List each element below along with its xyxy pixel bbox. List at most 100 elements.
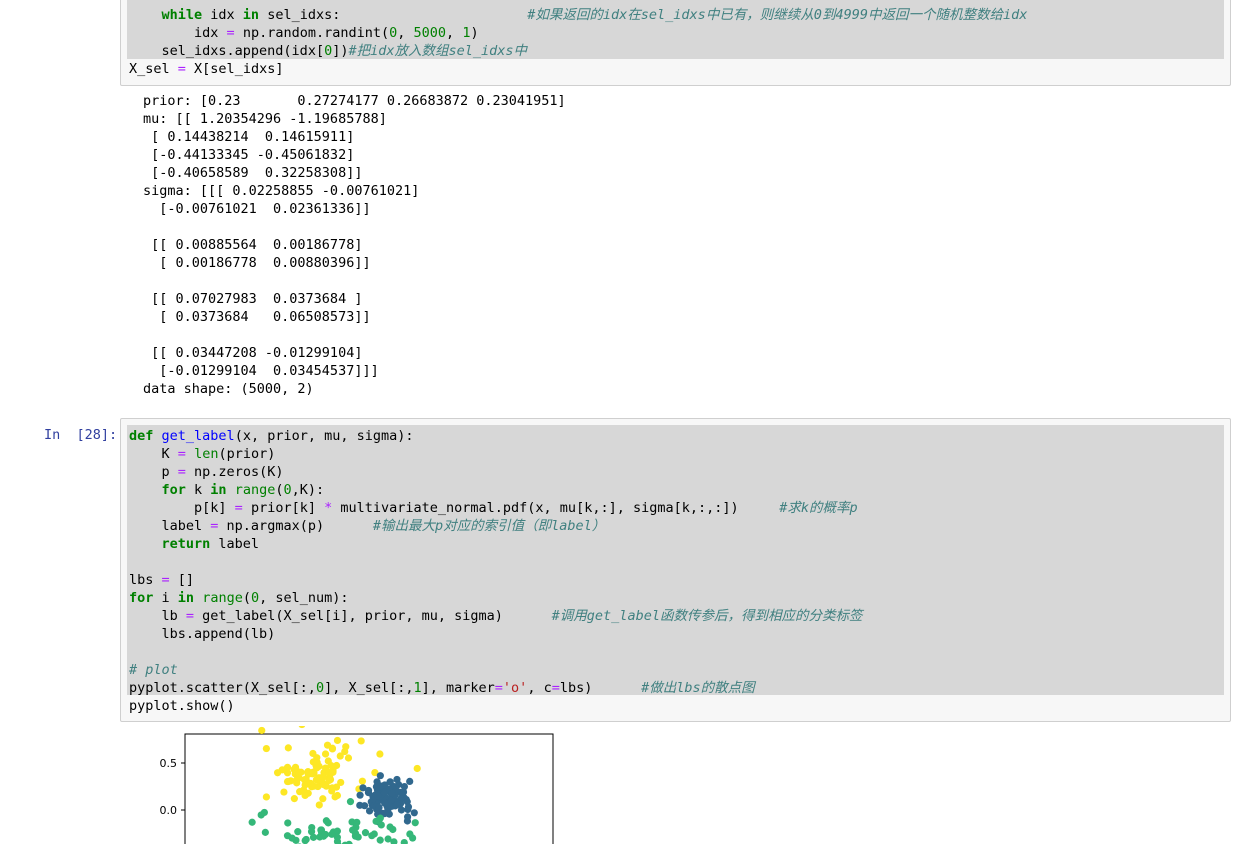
code-cell-top[interactable]: while idx in sel_idxs: #如果返回的idx在sel_idx…: [120, 0, 1231, 86]
code-token: def: [129, 428, 154, 444]
code-token: =: [185, 608, 195, 624]
scatter-point: [393, 801, 401, 809]
code-comment: #把idx放入数组sel_idxs中: [348, 43, 528, 59]
scatter-point: [319, 780, 327, 788]
scatter-point: [290, 765, 298, 773]
code-token: range: [202, 590, 243, 606]
code-token: in: [210, 482, 227, 498]
scatter-point: [406, 777, 414, 786]
code-token: lbs): [559, 680, 642, 696]
scatter-point: [284, 744, 292, 752]
code-token: =: [494, 680, 503, 696]
code-token: 5000: [413, 25, 447, 41]
scatter-point: [344, 754, 353, 762]
code-token: X_sel: [129, 61, 178, 77]
cell-28-line[interactable]: pyplot.show(): [129, 697, 235, 715]
scatter-point: [404, 813, 412, 821]
cell-28-line[interactable]: pyplot.scatter(X_sel[:,0], X_sel[:,1], m…: [129, 679, 755, 697]
scatter-point: [262, 793, 270, 801]
code-token: =: [161, 572, 170, 588]
code-token: idx: [194, 25, 227, 41]
scatter-point: [329, 767, 337, 775]
output-line: [ 0.00186778 0.00880396]]: [143, 255, 371, 271]
cell-28-line[interactable]: lb = get_label(X_sel[i], prior, mu, sigm…: [129, 607, 863, 625]
code-comment: #如果返回的idx在sel_idxs中已有，则继续从0到4999中返回一个随机整…: [340, 7, 1028, 23]
code-cell-28[interactable]: def get_label(x, prior, mu, sigma): K = …: [120, 418, 1231, 722]
scatter-point: [288, 834, 296, 842]
output-line: [[ 0.00885564 0.00186778]: [143, 237, 363, 253]
code-token: lbs.append(lb): [129, 626, 276, 642]
scatter-point: [248, 818, 256, 826]
code-token: sel_idxs.append(idx[: [161, 43, 325, 59]
top-cell-line[interactable]: while idx in sel_idxs: #如果返回的idx在sel_idx…: [129, 6, 1028, 24]
code-token: pyplot.scatter(X_sel[:,: [129, 680, 316, 696]
scatter-point: [262, 744, 270, 753]
code-token: =: [226, 25, 235, 41]
cell-28-line[interactable]: return label: [129, 535, 260, 553]
scatter-point: [284, 819, 292, 827]
code-token: (prior): [218, 446, 276, 462]
cell-28-line[interactable]: lbs.append(lb): [129, 625, 276, 643]
code-token: sel_idxs:: [259, 7, 341, 23]
scatter-point: [309, 833, 318, 841]
output-line: sigma: [[[ 0.02258855 -0.00761021]: [143, 183, 420, 199]
code-token: =: [551, 680, 560, 696]
cell-28-line[interactable]: label = np.argmax(p) #输出最大p对应的索引值（即label…: [129, 517, 606, 535]
code-token: ,: [397, 25, 414, 41]
code-token: pyplot.show(): [129, 698, 235, 714]
scatter-point: [321, 750, 330, 758]
code-token: in: [242, 7, 260, 23]
cell-28-line[interactable]: # plot: [129, 661, 178, 679]
output-line: prior: [0.23 0.27274177 0.26683872 0.230…: [143, 93, 566, 109]
output-line: [-0.44133345 -0.45061832]: [143, 147, 355, 163]
top-cell-line[interactable]: sel_idxs.append(idx[0])#把idx放入数组sel_idxs…: [129, 42, 528, 60]
scatter-point: [386, 823, 394, 831]
cell-28-line[interactable]: for k in range(0,K):: [129, 481, 325, 499]
y-tick-label: 0.5: [160, 757, 178, 770]
scatter-point: [376, 772, 384, 780]
scatter-point: [284, 777, 292, 786]
code-token: for: [161, 482, 186, 498]
cell-28-line[interactable]: p[k] = prior[k] * multivariate_normal.pd…: [129, 499, 858, 517]
cell-28-line[interactable]: for i in range(0, sel_num):: [129, 589, 349, 607]
cell-28-line[interactable]: K = len(prior): [129, 445, 276, 463]
code-token: ,: [446, 25, 463, 41]
input-prompt: In [28]:: [44, 427, 118, 443]
cell-28-line[interactable]: def get_label(x, prior, mu, sigma):: [129, 427, 414, 445]
scatter-point: [324, 819, 332, 827]
top-cell-line[interactable]: idx = np.random.randint(0, 5000, 1): [129, 24, 479, 42]
code-token: =: [177, 61, 186, 77]
scatter-point: [304, 768, 312, 776]
scatter-point: [368, 832, 376, 840]
scatter-point: [358, 777, 367, 785]
scatter-plot: 0.5 0.0: [160, 720, 554, 848]
code-token: 0: [250, 590, 260, 606]
scatter-point: [309, 749, 317, 758]
code-token: return: [161, 536, 211, 552]
cell-28-line[interactable]: p = np.zeros(K): [129, 463, 284, 481]
code-comment: #输出最大p对应的索引值（即label）: [372, 518, 606, 534]
code-token: 0: [315, 680, 325, 696]
code-token: ], marker: [421, 680, 495, 696]
code-editor[interactable]: [127, 425, 1224, 695]
scatter-point: [388, 789, 396, 797]
code-token: (: [242, 590, 251, 606]
scatter-point: [337, 778, 345, 787]
code-token: ): [470, 25, 479, 41]
scatter-point: [413, 764, 421, 773]
scatter-point: [349, 826, 357, 834]
scatter-point: [315, 801, 323, 809]
code-token: =: [234, 500, 243, 516]
code-token: =: [177, 464, 186, 480]
scatter-point: [293, 776, 301, 784]
cell-28-line[interactable]: lbs = []: [129, 571, 194, 589]
top-cell-line[interactable]: X_sel = X[sel_idxs]: [129, 60, 283, 78]
scatter-point: [384, 835, 392, 843]
scatter-point: [381, 799, 389, 807]
scatter-point: [328, 830, 336, 838]
